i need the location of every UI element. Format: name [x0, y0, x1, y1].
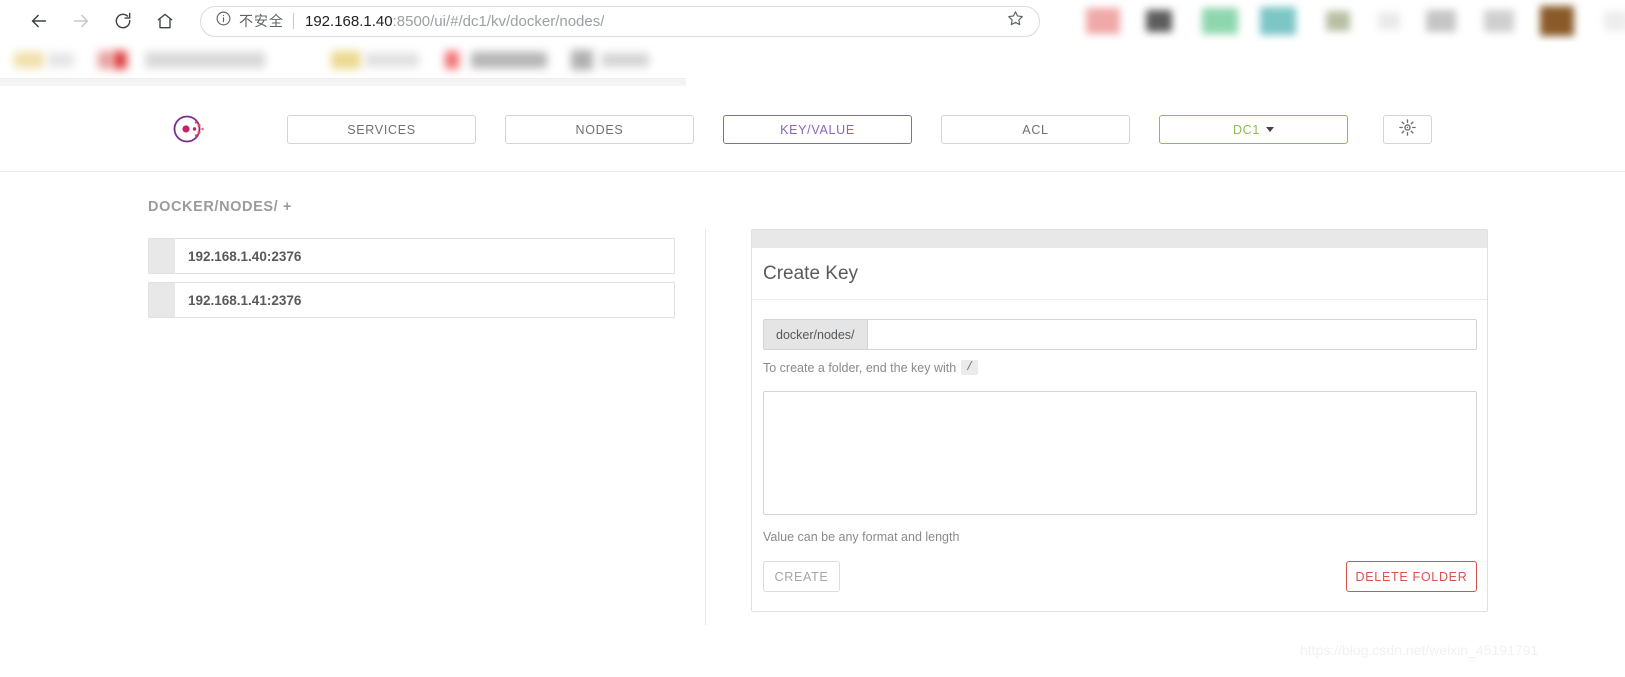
create-button-label: CREATE: [774, 569, 829, 584]
ext-blob: [1426, 10, 1456, 32]
bookmark-blob: [471, 52, 547, 68]
bookmark-blob: [445, 51, 459, 69]
bookmark-blob: [145, 52, 265, 68]
ext-blob: [1146, 10, 1172, 32]
ext-blob: [1378, 12, 1400, 30]
bookmark-blob: [14, 52, 44, 68]
tab-key-value-label: KEY/VALUE: [780, 122, 855, 137]
ext-blob: [1086, 8, 1120, 34]
browser-chrome: 不安全 192.168.1.40:8500/ui/#/dc1/kv/docker…: [0, 0, 1625, 86]
star-outline-icon: [1006, 9, 1025, 33]
kv-list: 192.168.1.40:2376 192.168.1.41:2376: [148, 238, 675, 326]
value-help-text: Value can be any format and length: [763, 530, 960, 544]
bookmark-blob: [601, 53, 649, 67]
list-item[interactable]: 192.168.1.40:2376: [148, 238, 675, 274]
tab-services-label: SERVICES: [347, 122, 416, 137]
consul-logo[interactable]: [172, 112, 206, 146]
tab-key-value[interactable]: KEY/VALUE: [723, 115, 912, 144]
create-key-panel: Create Key docker/nodes/ To create a fol…: [751, 229, 1488, 612]
home-icon: [155, 11, 175, 31]
tab-acl[interactable]: ACL: [941, 115, 1130, 144]
consul-app: SERVICES NODES KEY/VALUE ACL DC1 DOCKER/…: [0, 86, 1625, 677]
key-prefix-addon: docker/nodes/: [763, 319, 867, 350]
bookmark-blob: [365, 53, 419, 67]
extension-icons-blurred: [1078, 0, 1625, 42]
settings-button[interactable]: [1383, 115, 1432, 144]
vertical-divider: [705, 229, 706, 625]
tab-nodes-label: NODES: [575, 122, 624, 137]
browser-toolbar: 不安全 192.168.1.40:8500/ui/#/dc1/kv/docker…: [0, 0, 1625, 42]
chrome-bottom-edge-right: [686, 78, 1625, 86]
bookmark-blob: [331, 51, 361, 69]
info-circle-icon: [215, 10, 232, 32]
list-item-accent: [149, 239, 175, 273]
delete-folder-button[interactable]: DELETE FOLDER: [1346, 561, 1477, 592]
chevron-down-icon: [1266, 127, 1275, 132]
key-input-group: docker/nodes/: [763, 319, 1477, 350]
bookmark-button[interactable]: [1003, 9, 1027, 33]
add-key-button[interactable]: +: [283, 199, 292, 215]
ext-blob: [1202, 8, 1238, 34]
panel-title: Create Key: [752, 248, 1487, 300]
bookmark-blob: [48, 53, 74, 67]
arrow-right-icon: [70, 10, 92, 32]
ext-blob: [1540, 6, 1574, 36]
reload-button[interactable]: [102, 0, 144, 42]
panel-actions: CREATE DELETE FOLDER: [763, 561, 1477, 611]
home-button[interactable]: [144, 0, 186, 42]
key-help-badge: /: [961, 360, 979, 375]
value-textarea[interactable]: [763, 391, 1477, 515]
delete-folder-button-label: DELETE FOLDER: [1355, 569, 1468, 584]
key-input[interactable]: [866, 319, 1477, 350]
key-help-label: To create a folder, end the key with: [763, 360, 957, 375]
security-indicator[interactable]: 不安全: [215, 10, 284, 32]
url-host: 192.168.1.40: [305, 12, 393, 30]
tab-acl-label: ACL: [1022, 122, 1049, 137]
url-path: :8500/ui/#/dc1/kv/docker/nodes/: [392, 12, 605, 30]
bookmark-blob: [113, 51, 127, 69]
ext-blob: [1326, 11, 1350, 31]
chrome-bottom-edge: [0, 78, 686, 86]
ext-blob: [1604, 11, 1625, 31]
panel-body: docker/nodes/ To create a folder, end th…: [752, 300, 1487, 611]
watermark: https://blog.csdn.net/weixin_45191791: [1300, 642, 1539, 658]
breadcrumb: DOCKER/NODES/ +: [148, 199, 292, 215]
back-button[interactable]: [18, 0, 60, 42]
address-bar[interactable]: 不安全 192.168.1.40:8500/ui/#/dc1/kv/docker…: [200, 5, 1040, 37]
forward-button[interactable]: [60, 0, 102, 42]
bookmark-blob: [98, 51, 112, 69]
reload-icon: [113, 11, 133, 31]
gear-icon: [1398, 118, 1417, 142]
breadcrumb-path: DOCKER/NODES/: [148, 199, 279, 215]
tab-services[interactable]: SERVICES: [287, 115, 476, 144]
bookmark-blob: [571, 50, 593, 70]
create-button[interactable]: CREATE: [763, 561, 840, 592]
datacenter-selector[interactable]: DC1: [1159, 115, 1348, 144]
ext-blob: [1484, 10, 1514, 32]
list-item-label: 192.168.1.41:2376: [188, 292, 302, 308]
key-help-text: To create a folder, end the key with /: [763, 360, 1476, 375]
tab-nodes[interactable]: NODES: [505, 115, 694, 144]
ext-blob: [1260, 7, 1296, 35]
datacenter-label: DC1: [1232, 122, 1261, 137]
list-item-accent: [149, 283, 175, 317]
list-item[interactable]: 192.168.1.41:2376: [148, 282, 675, 318]
panel-top-strip: [752, 230, 1487, 248]
app-content: DOCKER/NODES/ + 192.168.1.40:2376 192.16…: [0, 172, 1625, 677]
app-topnav: SERVICES NODES KEY/VALUE ACL DC1: [0, 86, 1625, 172]
url-text: 192.168.1.40:8500/ui/#/dc1/kv/docker/nod…: [305, 13, 604, 30]
bookmarks-bar-blurred: [0, 42, 1625, 78]
arrow-left-icon: [28, 10, 50, 32]
omnibox-divider: [293, 13, 294, 29]
list-item-label: 192.168.1.40:2376: [188, 248, 302, 264]
security-label: 不安全: [239, 14, 284, 30]
